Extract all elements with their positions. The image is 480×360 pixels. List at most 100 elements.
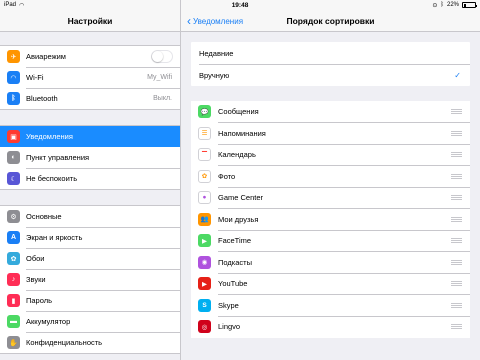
sidebar-item-label: Основные [26, 212, 62, 221]
settings-group: ✈ Авиарежим ◠ Wi-Fi My_Wifi ᛒ Bluetooth Выкл. [0, 45, 180, 110]
messages-icon: 💬 [198, 105, 211, 119]
sidebar-item-lock[interactable]: ▮ Пароль [0, 290, 180, 311]
reorder-handle-icon[interactable] [451, 281, 462, 287]
skype-icon: S [198, 298, 211, 312]
sidebar-item-label: Обои [26, 254, 45, 263]
app-name: Мои друзья [218, 214, 259, 224]
reminders-icon: ☰ [198, 126, 211, 140]
bluetooth-icon: ᛒ [7, 92, 20, 105]
list-item[interactable]: ✿ Фото [191, 166, 470, 187]
reorder-handle-icon[interactable] [451, 130, 462, 136]
sidebar-item-airplane[interactable]: ✈ Авиарежим [0, 46, 180, 67]
app-name: Календарь [218, 150, 256, 160]
find-friends-icon: 👥 [198, 212, 211, 226]
list-item[interactable]: ☰ Напоминания [191, 123, 470, 144]
reorder-handle-icon[interactable] [451, 152, 462, 158]
reorder-handle-icon[interactable] [451, 238, 462, 244]
notifications-icon: ▣ [7, 130, 20, 143]
checkmark-icon: ✓ [454, 70, 461, 80]
sidebar-item-gear[interactable]: ⚙ Основные [0, 206, 180, 227]
lingvo-icon: ◎ [198, 320, 211, 334]
app-name: Game Center [218, 193, 264, 203]
sidebar-item-label: Звуки [26, 275, 46, 284]
control-center-icon: ◐ [7, 151, 20, 164]
reorder-handle-icon[interactable] [451, 302, 462, 308]
sidebar-item-notifications[interactable]: ▣ Уведомления [0, 126, 180, 147]
sort-option[interactable]: Вручную ✓ [191, 64, 470, 86]
calendar-icon: ▔ [198, 148, 211, 162]
wallpaper-icon: ✿ [7, 252, 20, 265]
reorder-handle-icon[interactable] [451, 173, 462, 179]
sidebar-item-display[interactable]: A Экран и яркость [0, 227, 180, 248]
photos-icon: ✿ [198, 169, 211, 183]
sidebar-item-value: My_Wifi [147, 74, 172, 81]
gear-icon: ⚙ [7, 210, 20, 223]
podcasts-icon: ◉ [198, 255, 211, 269]
clock: 19:48 [231, 1, 249, 9]
reorder-handle-icon[interactable] [451, 109, 462, 115]
app-name: Фото [218, 171, 236, 181]
app-name: Сообщения [218, 107, 259, 117]
sidebar-item-value: Выкл. [153, 95, 172, 102]
settings-group: ▣ Уведомления ◐ Пункт управления ☾ Не беспоко… [0, 125, 180, 190]
lock-icon: ▮ [7, 294, 20, 307]
list-item[interactable]: ◉ Подкасты [191, 252, 470, 273]
sidebar-item-label: Конфиденциальность [26, 338, 103, 347]
settings-group: ⚙ Основные A Экран и яркость ✿ Обои ♪ Звуки ▮ Пар… [0, 205, 180, 354]
list-item[interactable]: 👥 Мои друзья [191, 209, 470, 230]
app-name: Напоминания [218, 128, 266, 138]
list-item[interactable]: ▶ FaceTime [191, 230, 470, 252]
sort-option[interactable]: Недавние [191, 42, 470, 64]
sidebar-item-label: Пароль [26, 296, 53, 305]
reorder-handle-icon[interactable] [451, 259, 462, 265]
youtube-icon: ▶ [198, 277, 211, 291]
airplane-mode-toggle[interactable] [151, 50, 173, 63]
sidebar-item-control-center[interactable]: ◐ Пункт управления [0, 147, 180, 168]
sidebar-item-wallpaper[interactable]: ✿ Обои [0, 248, 180, 269]
sidebar-item-label: Пункт управления [26, 153, 90, 162]
sidebar-item-label: Wi-Fi [26, 73, 44, 82]
sidebar-item-label: Bluetooth [26, 94, 58, 103]
sidebar-item-label: Аккумулятор [26, 317, 71, 326]
sidebar-item-battery[interactable]: ▬ Аккумулятор [0, 311, 180, 332]
app-name: YouTube [218, 279, 248, 289]
sidebar-item-moon[interactable]: ☾ Не беспокоить [0, 168, 180, 189]
moon-icon: ☾ [7, 172, 20, 185]
sort-option-label: Вручную [199, 70, 230, 80]
sort-options: Недавние Вручную ✓ [191, 42, 470, 86]
sidebar-item-wifi[interactable]: ◠ Wi-Fi My_Wifi [0, 67, 180, 88]
list-item[interactable]: 💬 Сообщения [191, 101, 470, 123]
app-list: 💬 Сообщения ☰ Напоминания ▔ Календарь ✿ Фото ● Ga… [191, 101, 470, 338]
sidebar-item-label: Авиарежим [26, 52, 66, 61]
wifi-icon: ◠ [7, 71, 20, 84]
list-item[interactable]: S Skype [191, 295, 470, 316]
status-bar: iPad ◠ 19:48 ⊙ ᛒ 22% [0, 0, 480, 10]
display-icon: A [7, 231, 20, 244]
sidebar-item-hand[interactable]: ✋ Конфиденциальность [0, 332, 180, 353]
app-name: Подкасты [218, 257, 252, 267]
reorder-handle-icon[interactable] [451, 324, 462, 330]
sidebar-item-sound[interactable]: ♪ Звуки [0, 269, 180, 290]
sidebar-item-label: Не беспокоить [26, 174, 78, 183]
sidebar-item-label: Уведомления [26, 132, 73, 141]
page-title: Порядок сортировки [286, 16, 375, 26]
battery-icon [462, 2, 478, 8]
sidebar: Настройки ✈ Авиарежим ◠ Wi-Fi My_Wifi ᛒ Blueto… [0, 0, 181, 360]
detail-pane: ‹ Уведомления Порядок сортировки Недавни… [181, 0, 480, 360]
sound-icon: ♪ [7, 273, 20, 286]
sidebar-item-label: Экран и яркость [26, 233, 83, 242]
app-name: Skype [218, 300, 239, 310]
sort-option-label: Недавние [199, 48, 234, 58]
battery-icon: ▬ [7, 315, 20, 328]
reorder-handle-icon[interactable] [451, 216, 462, 222]
list-item[interactable]: ● Game Center [191, 187, 470, 209]
reorder-handle-icon[interactable] [451, 195, 462, 201]
list-item[interactable]: ▶ YouTube [191, 273, 470, 295]
game-center-icon: ● [198, 191, 211, 205]
sidebar-item-bluetooth[interactable]: ᛒ Bluetooth Выкл. [0, 88, 180, 109]
list-item[interactable]: ◎ Lingvo [191, 316, 470, 338]
hand-icon: ✋ [7, 336, 20, 349]
list-item[interactable]: ▔ Календарь [191, 144, 470, 166]
app-name: FaceTime [218, 236, 252, 246]
airplane-icon: ✈ [7, 50, 20, 63]
